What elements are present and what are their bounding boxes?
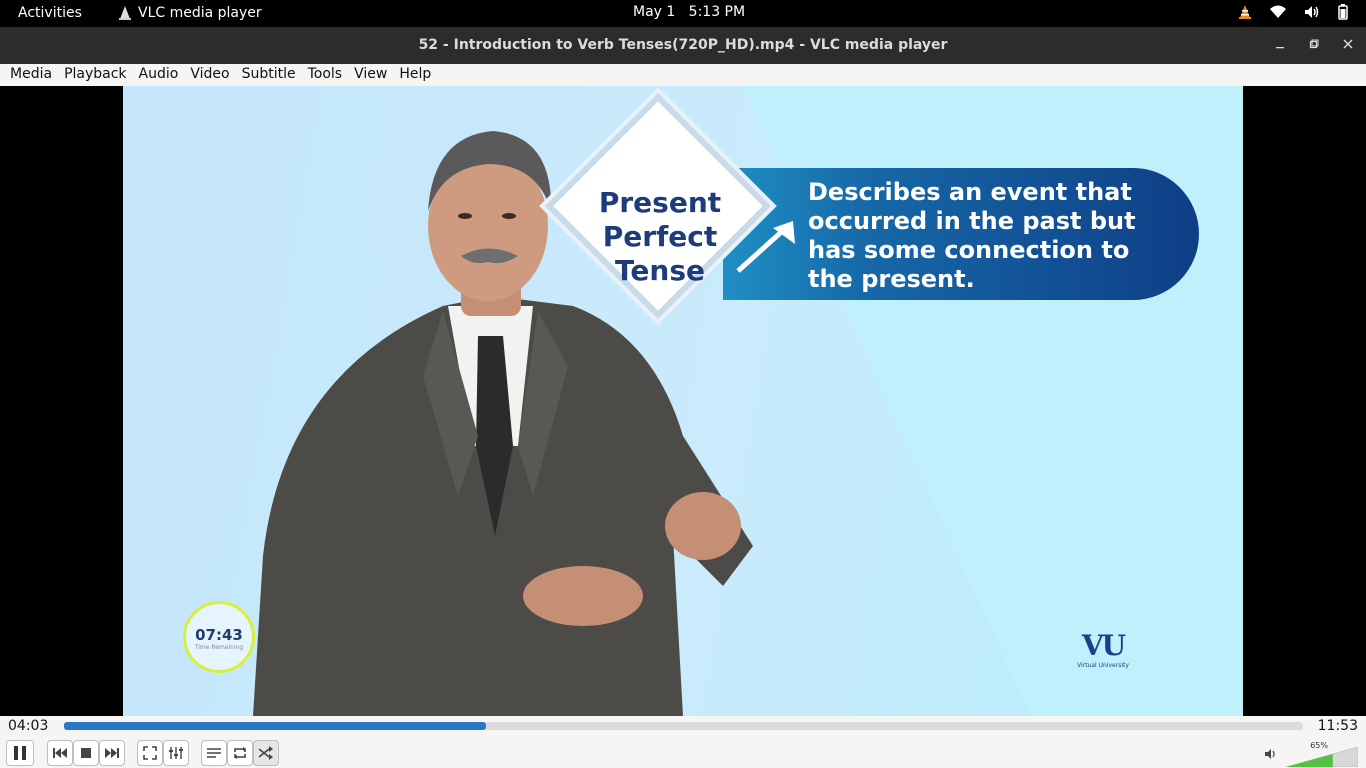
menu-bar: Media Playback Audio Video Subtitle Tool…	[0, 64, 1366, 86]
timer-caption: Time Remaining	[194, 644, 244, 651]
shuffle-icon	[258, 746, 273, 760]
playlist-icon	[207, 748, 221, 758]
minimize-button[interactable]	[1272, 36, 1288, 52]
extended-settings-button[interactable]	[163, 740, 189, 766]
tense-title-line-1: Present	[598, 186, 722, 219]
date-label: May 1	[633, 4, 676, 20]
previous-button[interactable]	[47, 740, 73, 766]
definition-line-4: the present.	[808, 265, 975, 293]
countdown-timer: 07:43 Time Remaining	[183, 601, 255, 673]
menu-media[interactable]: Media	[5, 64, 57, 86]
seek-row: 04:03 11:53	[0, 716, 1366, 736]
vlc-tray-icon[interactable]	[1238, 4, 1252, 20]
definition-text: Describes an event that occurred in the …	[808, 178, 1178, 294]
time-label: 5:13 PM	[688, 4, 746, 20]
tense-title-line-3: Tense	[615, 254, 705, 287]
tense-title-line-2: Perfect	[602, 220, 718, 253]
close-icon	[1343, 39, 1353, 49]
total-time[interactable]: 11:53	[1318, 718, 1358, 734]
elapsed-time[interactable]: 04:03	[8, 718, 48, 734]
menu-audio[interactable]: Audio	[134, 64, 184, 86]
menu-tools[interactable]: Tools	[303, 64, 348, 86]
pause-button[interactable]	[6, 740, 34, 766]
seek-slider[interactable]	[64, 722, 1303, 730]
logo-caption: Virtual University	[1077, 662, 1129, 669]
minimize-icon	[1276, 47, 1284, 49]
fullscreen-button[interactable]	[137, 740, 163, 766]
definition-line-2: occurred in the past but	[808, 207, 1136, 235]
battery-icon[interactable]	[1338, 4, 1348, 20]
volume-slider[interactable]: 65%	[1286, 741, 1358, 767]
system-top-bar: Activities VLC media player May 1 5:13 P…	[0, 0, 1366, 27]
wifi-icon[interactable]	[1270, 5, 1286, 19]
menu-help[interactable]: Help	[394, 64, 436, 86]
vu-logo: VU Virtual University	[1071, 630, 1135, 674]
window-title-bar[interactable]: 52 - Introduction to Verb Tenses(720P_HD…	[0, 27, 1366, 64]
controls-bar: 65%	[0, 736, 1366, 768]
pause-icon	[14, 746, 26, 760]
menu-subtitle[interactable]: Subtitle	[237, 64, 301, 86]
speaker-icon[interactable]	[1264, 748, 1278, 760]
clock[interactable]: May 1 5:13 PM	[633, 4, 745, 20]
next-icon	[105, 748, 119, 758]
video-frame[interactable]: Describes an event that occurred in the …	[123, 86, 1243, 716]
playlist-button[interactable]	[201, 740, 227, 766]
system-tray[interactable]	[1238, 4, 1348, 20]
definition-line-1: Describes an event that	[808, 178, 1132, 206]
window-title: 52 - Introduction to Verb Tenses(720P_HD…	[418, 37, 948, 53]
stop-icon	[81, 748, 91, 758]
video-area[interactable]: Describes an event that occurred in the …	[0, 86, 1366, 716]
restore-icon	[1309, 39, 1319, 49]
app-name: VLC media player	[138, 5, 262, 21]
volume-icon[interactable]	[1304, 5, 1320, 19]
close-button[interactable]	[1340, 36, 1356, 52]
loop-button[interactable]	[227, 740, 253, 766]
next-button[interactable]	[99, 740, 125, 766]
previous-icon	[53, 748, 67, 758]
fullscreen-icon	[143, 746, 157, 760]
maximize-button[interactable]	[1306, 36, 1322, 52]
app-menu[interactable]: VLC media player	[118, 5, 262, 21]
tense-title: Present Perfect Tense	[560, 186, 760, 288]
equalizer-icon	[169, 747, 183, 759]
definition-line-3: has some connection to	[808, 236, 1130, 264]
menu-video[interactable]: Video	[185, 64, 234, 86]
loop-icon	[234, 747, 246, 759]
shuffle-button[interactable]	[253, 740, 279, 766]
menu-view[interactable]: View	[349, 64, 392, 86]
timer-value: 07:43	[195, 626, 243, 644]
vlc-cone-icon	[119, 6, 131, 20]
seek-progress	[64, 722, 487, 730]
logo-mark: VU	[1081, 629, 1126, 662]
menu-playback[interactable]: Playback	[59, 64, 131, 86]
stop-button[interactable]	[73, 740, 99, 766]
activities-button[interactable]: Activities	[18, 5, 82, 21]
volume-level	[1286, 747, 1358, 767]
